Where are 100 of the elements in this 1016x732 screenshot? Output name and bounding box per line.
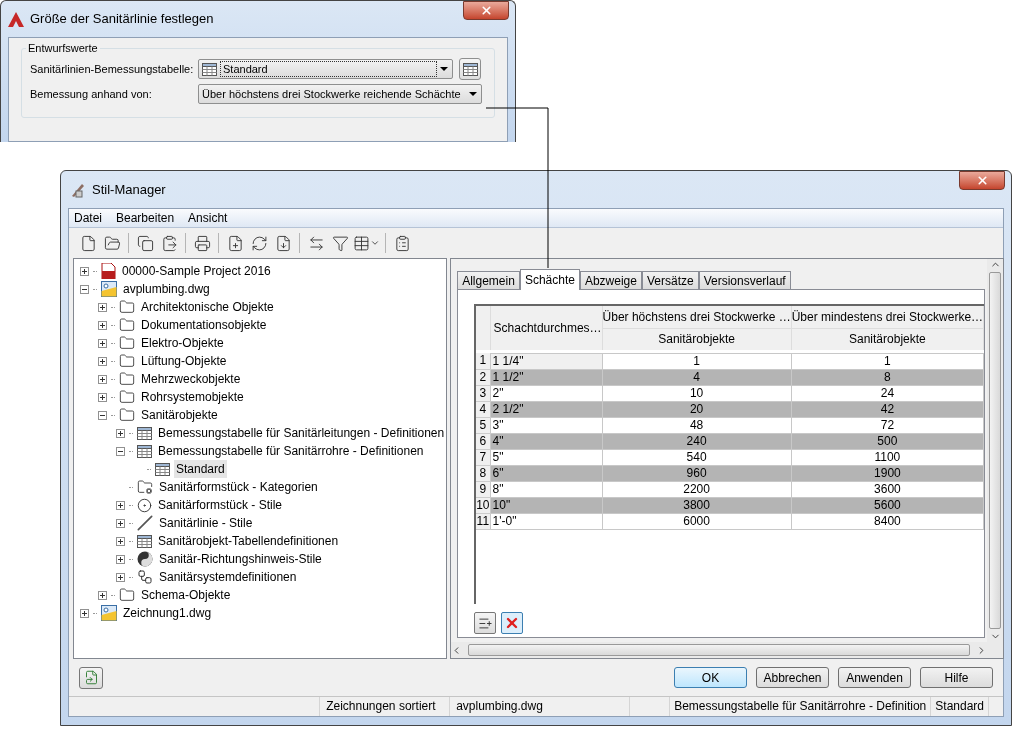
tree-item[interactable]: Sanitärobjekte bbox=[139, 406, 220, 424]
expand-toggle[interactable] bbox=[98, 338, 107, 348]
paste-icon[interactable] bbox=[160, 234, 178, 252]
table-icon bbox=[137, 426, 152, 440]
collapse-toggle[interactable] bbox=[80, 284, 89, 294]
horizontal-scrollbar[interactable] bbox=[451, 642, 1004, 658]
folder-icon bbox=[119, 299, 135, 315]
expand-toggle[interactable] bbox=[116, 428, 125, 438]
workflow-icon bbox=[137, 569, 153, 585]
close-button[interactable] bbox=[959, 171, 1005, 190]
plus-icon bbox=[100, 304, 105, 310]
refresh-icon[interactable] bbox=[250, 234, 268, 252]
tree-item[interactable]: Sanitärformstück - Kategorien bbox=[157, 478, 320, 496]
tree-item[interactable]: Sanitärformstück - Stile bbox=[156, 496, 285, 514]
menu-item[interactable]: Datei bbox=[74, 209, 102, 227]
dropdown-caret-icon bbox=[469, 92, 477, 96]
tab[interactable]: Versätze bbox=[641, 271, 699, 289]
collapse-toggle[interactable] bbox=[116, 446, 125, 456]
plus-icon bbox=[100, 340, 105, 346]
copy-icon[interactable] bbox=[136, 234, 154, 252]
tree-item[interactable]: Schema-Objekte bbox=[139, 586, 233, 604]
field-label: Bemessung anhand von: bbox=[30, 86, 153, 102]
window-title: Stil-Manager bbox=[92, 180, 166, 199]
tree-item[interactable]: Bemessungstabelle für Sanitärleitungen - Definitionen bbox=[156, 424, 447, 442]
add-list-icon bbox=[477, 615, 493, 631]
tree-item[interactable]: 00000-Sample Project 2016 bbox=[120, 262, 273, 280]
dropdown-field[interactable]: Standard bbox=[198, 59, 453, 79]
delete-row-button[interactable] bbox=[501, 612, 524, 634]
tab[interactable]: Abzweige bbox=[579, 271, 642, 289]
expand-toggle[interactable] bbox=[98, 374, 107, 384]
dropdown-caret-icon bbox=[440, 67, 448, 71]
expand-toggle[interactable] bbox=[98, 320, 107, 330]
expand-toggle[interactable] bbox=[98, 356, 107, 366]
tab[interactable]: Schächte bbox=[519, 269, 580, 290]
plus-icon bbox=[82, 610, 87, 616]
menu-item[interactable]: Bearbeiten bbox=[116, 209, 175, 227]
expand-toggle[interactable] bbox=[116, 500, 125, 510]
tab[interactable]: Allgemein bbox=[457, 271, 520, 289]
table-cell: 1 bbox=[791, 353, 984, 369]
filter-icon[interactable] bbox=[331, 234, 349, 252]
folder-icon bbox=[119, 389, 135, 405]
dialog-button[interactable]: OK bbox=[674, 667, 747, 688]
expand-toggle[interactable] bbox=[98, 590, 107, 600]
export-button[interactable] bbox=[79, 666, 103, 689]
expand-toggle[interactable] bbox=[80, 608, 89, 618]
tree-item[interactable]: Lüftung-Objekte bbox=[139, 352, 229, 370]
printer-icon[interactable] bbox=[193, 234, 211, 252]
expand-toggle[interactable] bbox=[98, 392, 107, 402]
tree-item[interactable]: avplumbing.dwg bbox=[121, 280, 212, 298]
vertical-scrollbar[interactable] bbox=[987, 259, 1004, 642]
table-editor-button[interactable] bbox=[459, 58, 481, 80]
pipe-line-icon bbox=[137, 515, 153, 531]
dialog-button[interactable]: Anwenden bbox=[838, 667, 911, 688]
expand-toggle[interactable] bbox=[98, 302, 107, 312]
minus-icon bbox=[82, 286, 87, 292]
table-view-icon[interactable] bbox=[353, 234, 370, 252]
compare-icon[interactable] bbox=[307, 234, 325, 252]
menu-item[interactable]: Ansicht bbox=[188, 209, 228, 227]
tree-item[interactable]: Sanitärlinie - Stile bbox=[157, 514, 255, 532]
tree-item[interactable]: Rohrsystemobjekte bbox=[139, 388, 246, 406]
tree-item[interactable]: Sanitärsystemdefinitionen bbox=[157, 568, 299, 586]
tree-item[interactable]: Architektonische Objekte bbox=[139, 298, 276, 316]
tree-item[interactable]: Sanitär-Richtungshinweis-Stile bbox=[157, 550, 324, 568]
plus-icon bbox=[118, 538, 123, 544]
minus-icon bbox=[100, 412, 105, 418]
tree-item[interactable]: Sanitärobjekt-Tabellendefinitionen bbox=[156, 532, 341, 550]
expand-toggle[interactable] bbox=[80, 266, 89, 276]
table-cell: 1 bbox=[602, 353, 792, 369]
new-file-icon[interactable] bbox=[79, 234, 97, 252]
column-header: Über mindestens drei Stockwerke… bbox=[791, 306, 984, 328]
expand-toggle[interactable] bbox=[116, 572, 125, 582]
add-row-button[interactable] bbox=[474, 612, 497, 634]
table-icon bbox=[137, 444, 152, 458]
tree-item[interactable]: Mehrzweckobjekte bbox=[139, 370, 243, 388]
folder-icon bbox=[119, 317, 135, 333]
caret-icon[interactable] bbox=[370, 238, 380, 248]
status-text: Bemessungstabelle für Sanitärrohre - Definition bbox=[670, 697, 932, 716]
tree-item[interactable]: Bemessungstabelle für Sanitärrohre - Definitionen bbox=[156, 442, 426, 460]
dialog-button[interactable]: Hilfe bbox=[920, 667, 993, 688]
clipboard-icon[interactable] bbox=[393, 234, 411, 252]
circle-icon bbox=[137, 551, 153, 567]
column-header: Schachtdurchmes… bbox=[490, 306, 603, 350]
close-icon bbox=[975, 174, 989, 187]
tree-item[interactable]: Dokumentationsobjekte bbox=[139, 316, 269, 334]
close-button[interactable] bbox=[463, 1, 509, 20]
dialog-button[interactable]: Abbrechen bbox=[756, 667, 829, 688]
tab[interactable]: Versionsverlauf bbox=[698, 271, 791, 289]
column-header: Über höchstens drei Stockwerke … bbox=[602, 306, 792, 328]
drawing-file-icon bbox=[101, 281, 117, 297]
file-down-icon[interactable] bbox=[274, 234, 292, 252]
tree-item[interactable]: Elektro-Objekte bbox=[139, 334, 226, 352]
dropdown-field[interactable]: Über höchstens drei Stockwerke reichende Schächte bbox=[198, 84, 482, 104]
tree-item[interactable]: Standard bbox=[174, 460, 227, 478]
expand-toggle[interactable] bbox=[116, 518, 125, 528]
open-folder-icon[interactable] bbox=[103, 234, 121, 252]
expand-toggle[interactable] bbox=[116, 536, 125, 546]
expand-toggle[interactable] bbox=[116, 554, 125, 564]
tree-item[interactable]: Zeichnung1.dwg bbox=[121, 604, 214, 622]
collapse-toggle[interactable] bbox=[98, 410, 107, 420]
new-style-icon[interactable] bbox=[226, 234, 244, 252]
